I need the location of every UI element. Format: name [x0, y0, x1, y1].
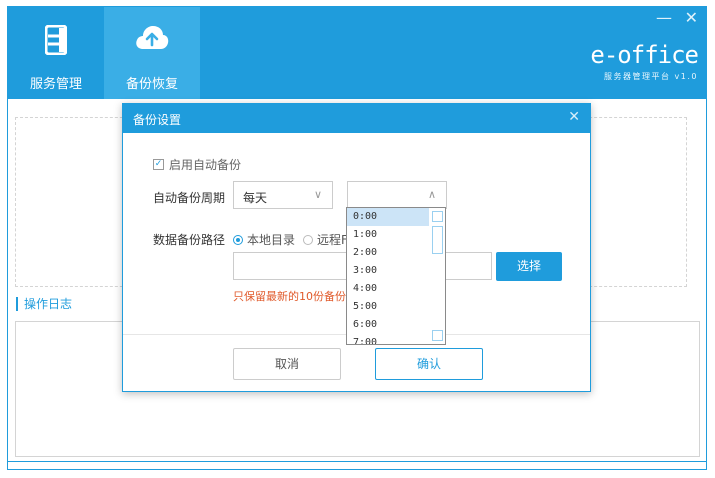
retention-warning: 只保留最新的10份备份文: [233, 290, 357, 303]
backup-time-select[interactable]: ∧: [347, 181, 447, 209]
scroll-down-button[interactable]: [432, 330, 443, 341]
close-icon[interactable]: ✕: [685, 9, 698, 27]
chevron-down-icon: ∨: [313, 188, 322, 201]
brand-subtitle: 服务器管理平台 v1.0: [604, 72, 698, 81]
divider: [8, 461, 706, 462]
radio-remote-ftp[interactable]: [303, 234, 314, 245]
time-dropdown-list: 0:00 1:00 2:00 3:00 4:00 5:00 6:00 7:00: [346, 207, 446, 345]
confirm-button[interactable]: 确认: [375, 348, 483, 380]
local-dir-label: 本地目录: [247, 233, 296, 247]
scrollbar-thumb[interactable]: [432, 226, 443, 254]
brand-logo-block: e-office 服务器管理平台 v1.0: [590, 41, 699, 82]
nav-label: 备份恢复: [125, 77, 178, 92]
chevron-up-icon: ∧: [427, 188, 436, 201]
dialog-title: 备份设置: [133, 113, 182, 127]
auto-backup-label: 启用自动备份: [169, 158, 242, 172]
cancel-button[interactable]: 取消: [233, 348, 341, 380]
choose-path-button[interactable]: 选择: [496, 252, 562, 281]
server-icon: [8, 25, 104, 55]
dropdown-scrollbar[interactable]: [429, 208, 445, 344]
cloud-upload-icon: [104, 25, 200, 55]
radio-local-dir[interactable]: [233, 234, 243, 245]
backup-path-label: 数据备份路径: [153, 233, 226, 247]
operation-log-title: 操作日志: [16, 297, 72, 311]
backup-path-options: 本地目录 远程FT: [233, 231, 355, 248]
nav-item-backup-restore[interactable]: 备份恢复: [104, 7, 200, 99]
nav-item-service-management[interactable]: 服务管理: [8, 7, 104, 99]
brand-logo: e-office: [590, 41, 699, 69]
dialog-close-icon[interactable]: ✕: [568, 109, 580, 125]
scroll-up-button[interactable]: [432, 211, 443, 222]
backup-period-select[interactable]: 每天 ∨: [233, 181, 333, 209]
dialog-header: 备份设置 ✕: [123, 104, 590, 133]
auto-backup-checkbox[interactable]: ✓ 启用自动备份: [153, 156, 241, 173]
top-nav-bar: 服务管理 备份恢复 — ✕ e-office 服务器管理平台 v1.0: [8, 7, 706, 99]
minimize-icon[interactable]: —: [656, 9, 672, 27]
nav-label: 服务管理: [29, 77, 82, 92]
backup-period-label: 自动备份周期: [153, 191, 226, 205]
backup-period-value: 每天: [243, 191, 268, 205]
check-icon: ✓: [153, 159, 164, 170]
